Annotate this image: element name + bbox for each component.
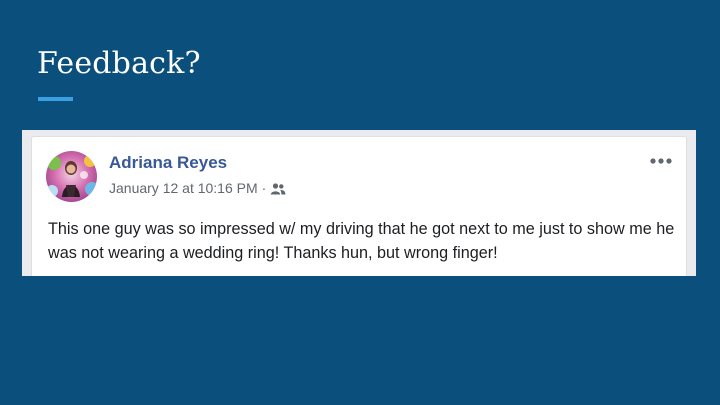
avatar[interactable] xyxy=(46,151,97,202)
avatar-photo xyxy=(46,151,97,202)
slide-title: Feedback? xyxy=(37,46,201,81)
meta-separator: · xyxy=(261,180,267,196)
friends-icon[interactable] xyxy=(270,182,286,196)
author-name-link[interactable]: Adriana Reyes xyxy=(109,152,227,174)
post-body-text: This one guy was so impressed w/ my driv… xyxy=(48,220,675,262)
post-meta: January 12 at 10:16 PM · xyxy=(109,179,286,197)
post-screenshot: Adriana Reyes January 12 at 10:16 PM · T… xyxy=(22,130,696,276)
post-card: Adriana Reyes January 12 at 10:16 PM · T… xyxy=(31,136,687,276)
title-underline xyxy=(38,97,73,101)
post-timestamp-link[interactable]: January 12 at 10:16 PM xyxy=(109,179,258,197)
more-options-icon[interactable] xyxy=(648,152,674,170)
